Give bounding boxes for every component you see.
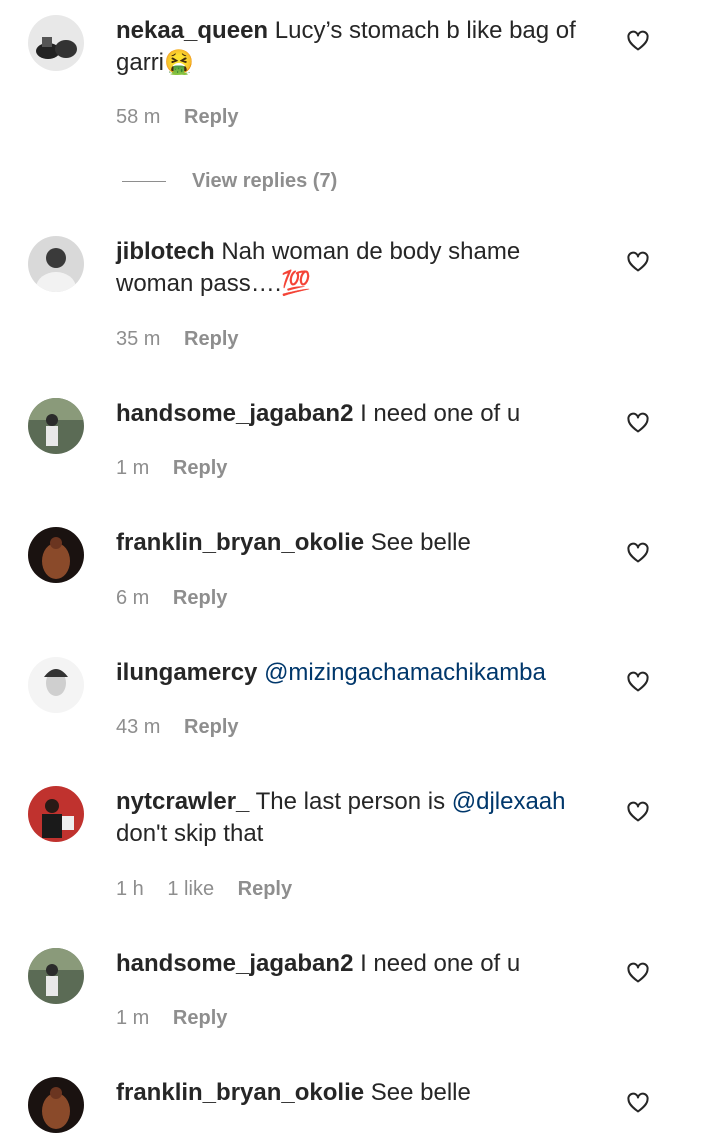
comment-time: 58 m (116, 106, 161, 128)
reply-button[interactable]: Reply (238, 878, 292, 900)
reply-button[interactable]: Reply (184, 716, 238, 738)
reply-button[interactable]: Reply (184, 328, 238, 350)
like-heart-icon[interactable] (626, 250, 650, 274)
comment-username[interactable]: franklin_bryan_okolie (116, 529, 364, 556)
comment-meta: 35 m Reply (116, 328, 257, 351)
comment-body: nekaa_queen Lucy’s stomach b like bag of… (116, 15, 596, 79)
comment-meta: 58 m Reply (116, 106, 257, 129)
like-heart-icon[interactable] (626, 411, 650, 435)
like-heart-icon[interactable] (626, 800, 650, 824)
comment-username[interactable]: franklin_bryan_okolie (116, 1079, 364, 1106)
comment-body: jiblotech Nah woman de body shame woman … (116, 236, 596, 300)
avatar[interactable] (28, 1077, 84, 1133)
comment-username[interactable]: handsome_jagaban2 (116, 400, 353, 427)
like-heart-icon[interactable] (626, 29, 650, 53)
comment-text-after: don't skip that (116, 820, 264, 847)
comment-body: nytcrawler_ The last person is @djlexaah… (116, 786, 596, 850)
comment-username[interactable]: jiblotech (116, 238, 215, 265)
comment-text: See belle (370, 529, 471, 556)
comment-meta: 43 m Reply (116, 716, 257, 739)
comment-mention[interactable]: @djlexaah (452, 788, 566, 815)
comment-time: 1 m (116, 457, 150, 479)
reply-button[interactable]: Reply (173, 587, 227, 609)
comment-body: ilungamercy @mizingachamachikamba (116, 657, 596, 689)
avatar[interactable] (28, 15, 84, 71)
comment-username[interactable]: nytcrawler_ (116, 788, 249, 815)
comment-text: I need one of u (360, 400, 521, 427)
like-heart-icon[interactable] (626, 1091, 650, 1115)
comment-meta: 1 m Reply (116, 1007, 245, 1030)
view-replies-label: View replies (7) (192, 169, 338, 192)
comment-username[interactable]: ilungamercy (116, 659, 257, 686)
comment-text: I need one of u (360, 950, 521, 977)
comment-time: 1 h (116, 878, 144, 900)
comment-likes[interactable]: 1 like (167, 878, 214, 900)
like-heart-icon[interactable] (626, 961, 650, 985)
comment-body: handsome_jagaban2 I need one of u (116, 398, 596, 430)
like-heart-icon[interactable] (626, 541, 650, 565)
comment-meta: 6 m Reply (116, 587, 245, 610)
comment-text: See belle (370, 1079, 471, 1106)
reply-button[interactable]: Reply (173, 457, 227, 479)
comment-body: franklin_bryan_okolie See belle (116, 527, 596, 559)
comment-meta: 1 m Reply (116, 457, 245, 480)
avatar[interactable] (28, 236, 84, 292)
reply-button[interactable]: Reply (173, 1007, 227, 1029)
comment-mention[interactable]: @mizingachamachikamba (264, 659, 546, 686)
comment-time: 1 m (116, 1007, 150, 1029)
view-replies-button[interactable]: View replies (7) (122, 168, 337, 194)
avatar[interactable] (28, 786, 84, 842)
comment-time: 43 m (116, 716, 161, 738)
comment-time: 35 m (116, 328, 161, 350)
reply-button[interactable]: Reply (184, 106, 238, 128)
avatar[interactable] (28, 948, 84, 1004)
comment-body: franklin_bryan_okolie See belle (116, 1077, 596, 1109)
comment-text: The last person is (255, 788, 446, 815)
comment-username[interactable]: nekaa_queen (116, 17, 268, 44)
comment-meta: 1 h 1 like Reply (116, 878, 310, 901)
comment-body: handsome_jagaban2 I need one of u (116, 948, 596, 980)
avatar[interactable] (28, 398, 84, 454)
like-heart-icon[interactable] (626, 670, 650, 694)
avatar[interactable] (28, 527, 84, 583)
avatar[interactable] (28, 657, 84, 713)
comment-username[interactable]: handsome_jagaban2 (116, 950, 353, 977)
comment-time: 6 m (116, 587, 150, 609)
divider-line (122, 180, 166, 182)
